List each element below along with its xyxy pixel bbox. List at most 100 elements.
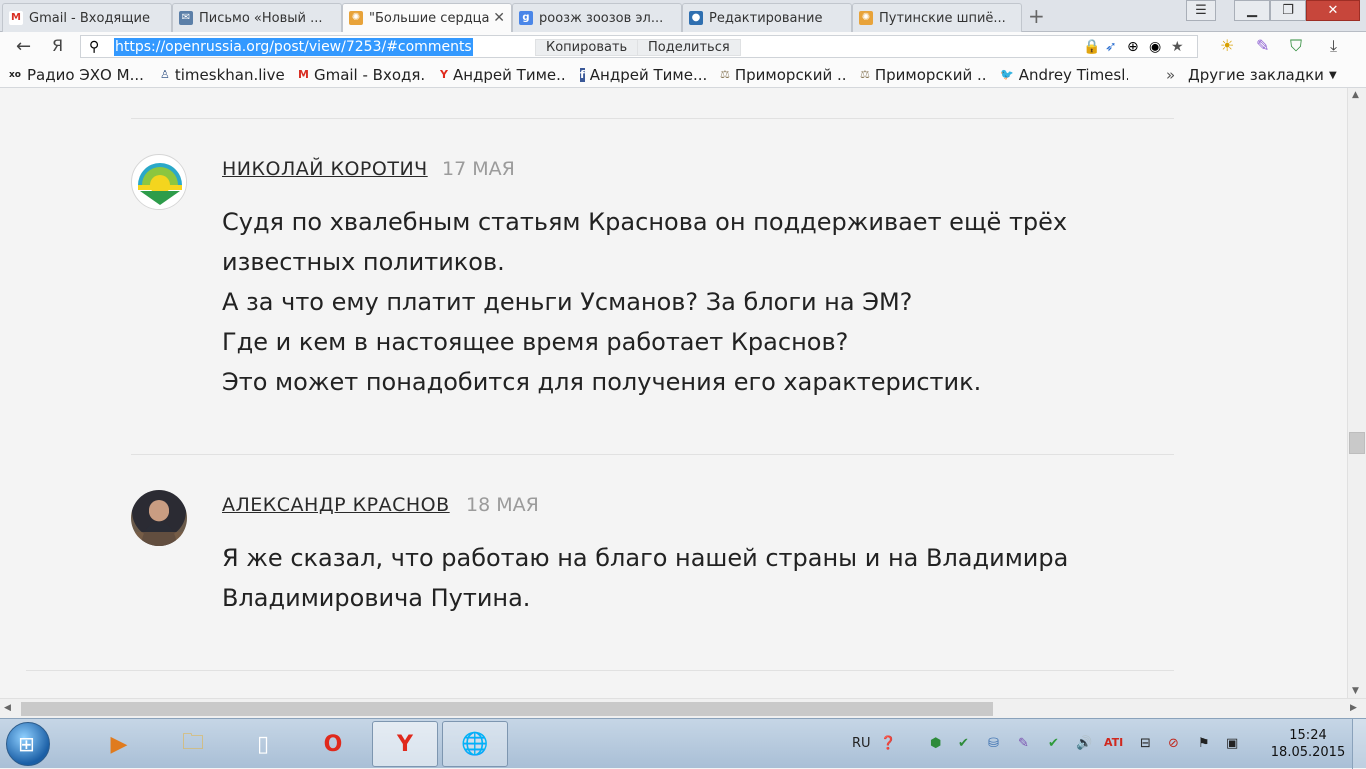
- shield-icon[interactable]: ⛉: [1290, 36, 1302, 56]
- tab-openrussia-active[interactable]: ✺ "Большие сердца ✕: [342, 3, 512, 32]
- blocked-icon[interactable]: ⊘: [1168, 736, 1179, 751]
- scroll-left-icon[interactable]: ◀: [4, 703, 11, 713]
- sync-icon[interactable]: ⬢: [930, 736, 941, 751]
- more-bookmarks-icon[interactable]: »: [1166, 66, 1175, 84]
- avatar[interactable]: [131, 154, 187, 210]
- bookmark-yandex[interactable]: Y Андрей Тиме...: [440, 66, 566, 84]
- bookmark-primorsky-1[interactable]: ⚖ Приморский ...: [720, 66, 846, 84]
- gmail-icon: M: [9, 11, 23, 25]
- show-desktop-button[interactable]: [1352, 719, 1366, 769]
- address-bar[interactable]: ⚲ https://openrussia.org/post/view/7253/…: [80, 35, 1198, 58]
- scroll-up-icon[interactable]: ▲: [1352, 90, 1359, 100]
- volume-icon[interactable]: 🔊: [1076, 736, 1092, 751]
- minimize-button[interactable]: ▁: [1234, 0, 1270, 21]
- taskbar-network-app[interactable]: 🌐: [442, 721, 508, 767]
- star-icon[interactable]: ★: [1171, 39, 1184, 55]
- bookmark-label: Приморский ...: [734, 66, 846, 84]
- openrussia-icon: ✺: [349, 11, 363, 25]
- url-field[interactable]: https://openrussia.org/post/view/7253/#c…: [114, 38, 473, 56]
- openrussia-icon: ✺: [859, 11, 873, 25]
- bookmark-label: Радио ЭХО М...: [27, 66, 144, 84]
- menu-icon[interactable]: ☰: [1186, 0, 1216, 21]
- bookmark-echo[interactable]: xo Радио ЭХО М...: [8, 66, 150, 84]
- page-content: НИКОЛАЙ КОРОТИЧ 17 МАЯ Судя по хвалебным…: [0, 88, 1347, 698]
- copy-button[interactable]: Копировать: [535, 39, 639, 56]
- ok-icon[interactable]: ✔: [1048, 736, 1059, 751]
- close-tab-icon[interactable]: ✕: [493, 10, 505, 26]
- horizontal-scrollbar[interactable]: ◀ ▶: [0, 698, 1366, 718]
- bookmark-label: timeskhan.live...: [174, 66, 286, 84]
- share-button[interactable]: Поделиться: [637, 39, 741, 56]
- comment-line: Владимировича Путина.: [222, 584, 531, 612]
- media-player-icon: ▶: [110, 731, 128, 757]
- livejournal-icon: ♙: [160, 68, 170, 81]
- bookmark-twitter[interactable]: 🐦 Andrey Timesl...: [1000, 66, 1128, 84]
- scroll-right-icon[interactable]: ▶: [1350, 703, 1357, 713]
- system-clock[interactable]: 15:24 18.05.2015: [1268, 727, 1348, 761]
- taskbar-notepad[interactable]: ▯: [230, 721, 296, 767]
- taskbar: ⊞ ▶ 🗀 ▯ O Y 🌐 RU ❓ ⬢ ✔ ⛁ ✎ ✔ 🔊 ATI ⊟ ⊘ ⚑…: [0, 718, 1366, 769]
- bookmark-label: Andrey Timesl...: [1018, 66, 1128, 84]
- help-icon[interactable]: ❓: [880, 736, 896, 751]
- divider: [26, 670, 1174, 671]
- monitor-icon[interactable]: ▣: [1226, 736, 1238, 751]
- bulb-icon[interactable]: ◉: [1149, 39, 1161, 55]
- scrollbar-thumb[interactable]: [21, 702, 993, 716]
- comment-line: Судя по хвалебным статьям Краснова он по…: [222, 208, 1068, 236]
- taskbar-yandex-browser[interactable]: Y: [372, 721, 438, 767]
- network-icon[interactable]: ⛁: [988, 736, 999, 751]
- windows-logo-icon: ⊞: [18, 732, 35, 756]
- globe-phone-icon: 🌐: [461, 731, 489, 757]
- start-button[interactable]: ⊞: [6, 722, 50, 766]
- comment-line: Это может понадобится для получения его …: [222, 368, 982, 396]
- address-toolbar: ← Я ⚲ https://openrussia.org/post/view/7…: [0, 32, 1366, 62]
- vertical-scrollbar[interactable]: ▲ ▼: [1347, 88, 1366, 698]
- comment-body: Я же сказал, что работаю на благо нашей …: [222, 538, 1068, 618]
- bookmark-livejournal[interactable]: ♙ timeskhan.live...: [160, 66, 286, 84]
- other-bookmarks[interactable]: Другие закладки ▼: [1188, 66, 1337, 84]
- yandex-button[interactable]: Я: [52, 36, 63, 55]
- tab-edit[interactable]: ● Редактирование: [682, 3, 852, 32]
- bookmark-label: Андрей Тиме...: [589, 66, 706, 84]
- rocket-icon[interactable]: ➶: [1105, 39, 1117, 55]
- pen-icon[interactable]: ✎: [1018, 736, 1029, 751]
- bookmark-primorsky-2[interactable]: ⚖ Приморский ...: [860, 66, 986, 84]
- comment-author[interactable]: НИКОЛАЙ КОРОТИЧ: [222, 158, 428, 180]
- flag-icon[interactable]: ⚑: [1198, 736, 1210, 751]
- bookmark-gmail[interactable]: M Gmail - Входя...: [298, 66, 426, 84]
- download-icon[interactable]: ⤓: [1330, 36, 1337, 56]
- ati-icon[interactable]: ATI: [1104, 736, 1123, 749]
- comment-line: А за что ему платит деньги Усманов? За б…: [222, 288, 913, 316]
- scroll-down-icon[interactable]: ▼: [1352, 686, 1359, 696]
- tab-label: роозж зоозов эл...: [539, 10, 664, 26]
- mail-icon: ✉: [179, 11, 193, 25]
- opera-icon: O: [323, 731, 343, 757]
- comment-date: 17 МАЯ: [442, 158, 515, 180]
- comment-author[interactable]: АЛЕКСАНДР КРАСНОВ: [222, 494, 450, 516]
- tab-google[interactable]: g роозж зоозов эл...: [512, 3, 682, 32]
- tab-label: Gmail - Входящие: [29, 10, 150, 26]
- bookmark-facebook[interactable]: f Андрей Тиме...: [580, 66, 706, 84]
- check-icon[interactable]: ✔: [958, 736, 969, 751]
- back-button[interactable]: ←: [16, 36, 31, 57]
- scales-icon: ⚖: [720, 68, 730, 81]
- zoom-icon[interactable]: ⊕: [1127, 39, 1139, 55]
- tab-mail[interactable]: ✉ Письмо «Новый ...: [172, 3, 342, 32]
- taskbar-explorer[interactable]: 🗀: [160, 721, 226, 767]
- weather-icon[interactable]: ☀: [1220, 36, 1234, 55]
- scrollbar-thumb[interactable]: [1349, 432, 1365, 454]
- lock-icon: 🔒: [1083, 39, 1101, 55]
- avatar[interactable]: [131, 490, 187, 546]
- taskbar-media-player[interactable]: ▶: [86, 721, 152, 767]
- new-tab-button[interactable]: +: [1028, 4, 1045, 28]
- tab-gmail[interactable]: M Gmail - Входящие: [2, 3, 172, 32]
- yandex-browser-icon: Y: [397, 731, 413, 757]
- taskbar-opera[interactable]: O: [300, 721, 366, 767]
- restore-button[interactable]: ❐: [1270, 0, 1306, 21]
- close-window-button[interactable]: ✕: [1306, 0, 1360, 21]
- tab-openrussia-2[interactable]: ✺ Путинские шпиё...: [852, 3, 1022, 32]
- language-indicator[interactable]: RU: [852, 736, 871, 751]
- feather-icon[interactable]: ✎: [1256, 36, 1269, 55]
- facebook-icon: f: [580, 68, 585, 82]
- usb-icon[interactable]: ⊟: [1140, 736, 1151, 751]
